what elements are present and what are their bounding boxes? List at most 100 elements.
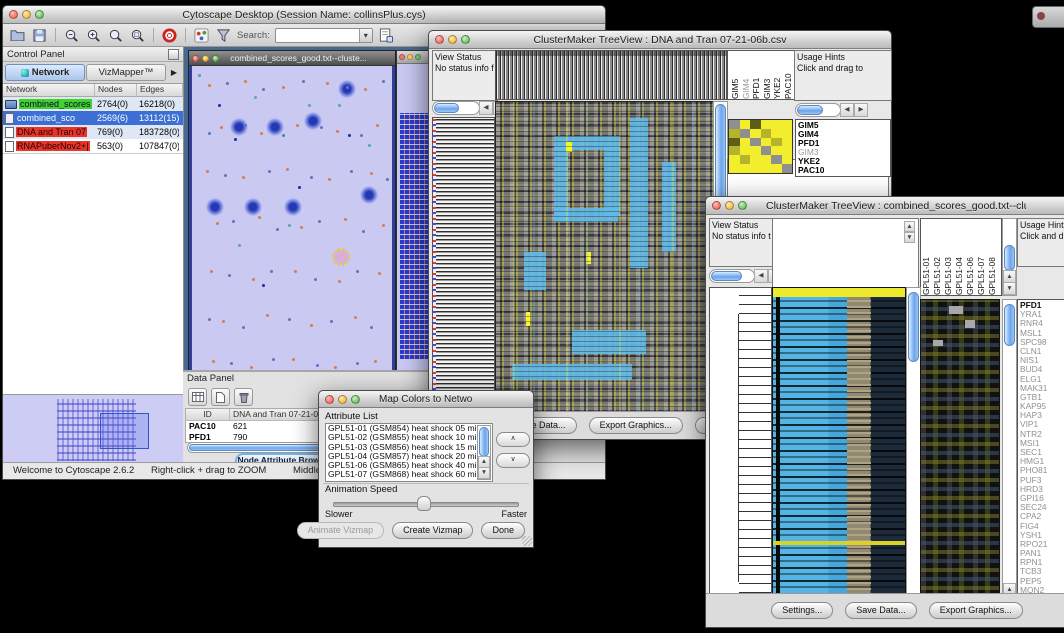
attribute-list-item[interactable]: GPL51-07 (GSM868) heat shock 60 min (326, 470, 492, 479)
scroll-down-icon[interactable]: ▼ (904, 232, 915, 243)
minimize-button[interactable] (338, 395, 347, 404)
minimize-button[interactable] (448, 35, 457, 44)
matrix-cell[interactable] (761, 146, 772, 155)
scrollbar-thumb[interactable] (1004, 245, 1015, 271)
matrix-cell[interactable] (771, 155, 782, 164)
animate-vizmap-button[interactable]: Animate Vizmap (297, 522, 384, 539)
col-id[interactable]: ID (186, 409, 230, 420)
global-hscrollbar[interactable] (432, 101, 480, 115)
tab-overflow-arrow[interactable]: ▶ (167, 68, 181, 77)
matrix-cell[interactable] (740, 129, 751, 138)
settings-button[interactable]: Settings... (771, 602, 833, 619)
matrix-cell[interactable] (782, 120, 793, 129)
col-nodes[interactable]: Nodes (95, 84, 137, 96)
col-edges[interactable]: Edges (137, 84, 183, 96)
close-icon[interactable] (399, 54, 405, 60)
matrix-cell[interactable] (729, 155, 740, 164)
matrix-cell[interactable] (761, 120, 772, 129)
zoom-vscrollbar[interactable]: ▲ ▼ (1002, 299, 1017, 609)
scroll-right-icon[interactable]: ▶ (854, 103, 868, 117)
scroll-down-icon[interactable]: ▼ (1003, 282, 1016, 295)
zoom-button[interactable] (212, 55, 219, 62)
matrix-cell[interactable] (740, 155, 751, 164)
new-attribute-icon[interactable] (211, 388, 230, 406)
minimize-button[interactable] (725, 201, 734, 210)
zoom-heatmap[interactable] (920, 299, 1000, 609)
attribute-listbox[interactable]: GPL51-01 (GSM854) heat shock 05 minGPL51… (325, 423, 493, 482)
network-list-row[interactable]: RNAPuberNov2+|563(0)107847(0) (3, 139, 183, 153)
dropdown-icon[interactable]: ▾ (359, 29, 372, 42)
matrix-cell[interactable] (750, 138, 761, 147)
slider-thumb[interactable] (417, 496, 431, 511)
scrollbar-thumb[interactable] (797, 105, 823, 115)
close-button[interactable] (192, 55, 199, 62)
global-vscrollbar[interactable] (906, 287, 921, 609)
global-hscrollbar[interactable] (709, 269, 755, 283)
matrix-cell[interactable] (729, 138, 740, 147)
dialog-title-bar[interactable]: Map Colors to Network (319, 391, 533, 408)
network-list-row[interactable]: DNA and Tran 07769(0)183728(0) (3, 125, 183, 139)
matrix-cell[interactable] (750, 155, 761, 164)
network-list-row[interactable]: combined_sco2569(6)13112(15) (3, 111, 183, 125)
close-button[interactable] (435, 35, 444, 44)
matrix-cell[interactable] (740, 138, 751, 147)
scrollbar-thumb[interactable] (434, 103, 459, 113)
matrix-cell[interactable] (740, 120, 751, 129)
matrix-cell[interactable] (750, 120, 761, 129)
scroll-down-icon[interactable]: ▼ (478, 467, 490, 479)
zoom-fit-icon[interactable] (107, 27, 124, 44)
matrix-cell[interactable] (750, 146, 761, 155)
scroll-left-icon[interactable]: ◀ (754, 269, 768, 283)
treeview1-title-bar[interactable]: ClusterMaker TreeView : DNA and Tran 07-… (429, 31, 891, 49)
done-button[interactable]: Done (481, 522, 525, 539)
minimize-button[interactable] (202, 55, 209, 62)
global-heatmap[interactable] (772, 287, 906, 609)
vizmapper-icon[interactable] (193, 27, 210, 44)
matrix-cell[interactable] (729, 120, 740, 129)
save-session-icon[interactable] (31, 27, 48, 44)
resize-grip[interactable] (522, 536, 532, 546)
zoom-hscrollbar[interactable] (795, 103, 841, 117)
scrollbar-thumb[interactable] (711, 271, 742, 281)
zoom-selected-icon[interactable] (129, 27, 146, 44)
move-up-button[interactable]: ∧ (496, 432, 530, 447)
matrix-cell[interactable] (782, 164, 793, 173)
matrix-cell[interactable] (782, 155, 793, 164)
col-network[interactable]: Network (3, 84, 95, 96)
zoom-button[interactable] (461, 35, 470, 44)
overview-viewport-rect[interactable] (100, 413, 149, 449)
matrix-cell[interactable] (729, 129, 740, 138)
scroll-left-icon[interactable]: ◀ (840, 103, 854, 117)
matrix-cell[interactable] (740, 146, 751, 155)
listbox-vscrollbar[interactable]: ▲ ▼ (477, 425, 491, 480)
matrix-cell[interactable] (729, 164, 740, 173)
float-panel-icon[interactable] (168, 49, 179, 60)
zoom-icon[interactable] (415, 54, 421, 60)
close-button[interactable] (325, 395, 334, 404)
close-button[interactable] (9, 10, 18, 19)
network-view-title-bar[interactable]: combined_scores_good.txt--cluste... (189, 51, 395, 66)
matrix-cell[interactable] (750, 164, 761, 173)
zoom-button[interactable] (35, 10, 44, 19)
help-lifering-icon[interactable] (161, 27, 178, 44)
scrollbar-thumb[interactable] (1004, 304, 1015, 346)
matrix-cell[interactable] (771, 138, 782, 147)
column-dendrogram[interactable] (495, 50, 727, 100)
move-down-button[interactable]: ∨ (496, 453, 530, 468)
search-input[interactable]: ▾ (275, 28, 373, 43)
zoom-button[interactable] (738, 201, 747, 210)
row-dendrogram[interactable] (709, 287, 772, 609)
matrix-cell[interactable] (782, 146, 793, 155)
matrix-cell[interactable] (782, 138, 793, 147)
matrix-cell[interactable] (782, 129, 793, 138)
matrix-cell[interactable] (740, 164, 751, 173)
matrix-cell[interactable] (771, 164, 782, 173)
zoom-button[interactable] (351, 395, 360, 404)
matrix-cell[interactable] (771, 120, 782, 129)
scroll-up-icon[interactable]: ▲ (904, 221, 915, 232)
zoom-in-icon[interactable] (85, 27, 102, 44)
close-button[interactable] (712, 201, 721, 210)
global-heatmap[interactable] (495, 101, 714, 413)
minimize-button[interactable] (22, 10, 31, 19)
scroll-left-icon[interactable]: ◀ (479, 101, 493, 115)
